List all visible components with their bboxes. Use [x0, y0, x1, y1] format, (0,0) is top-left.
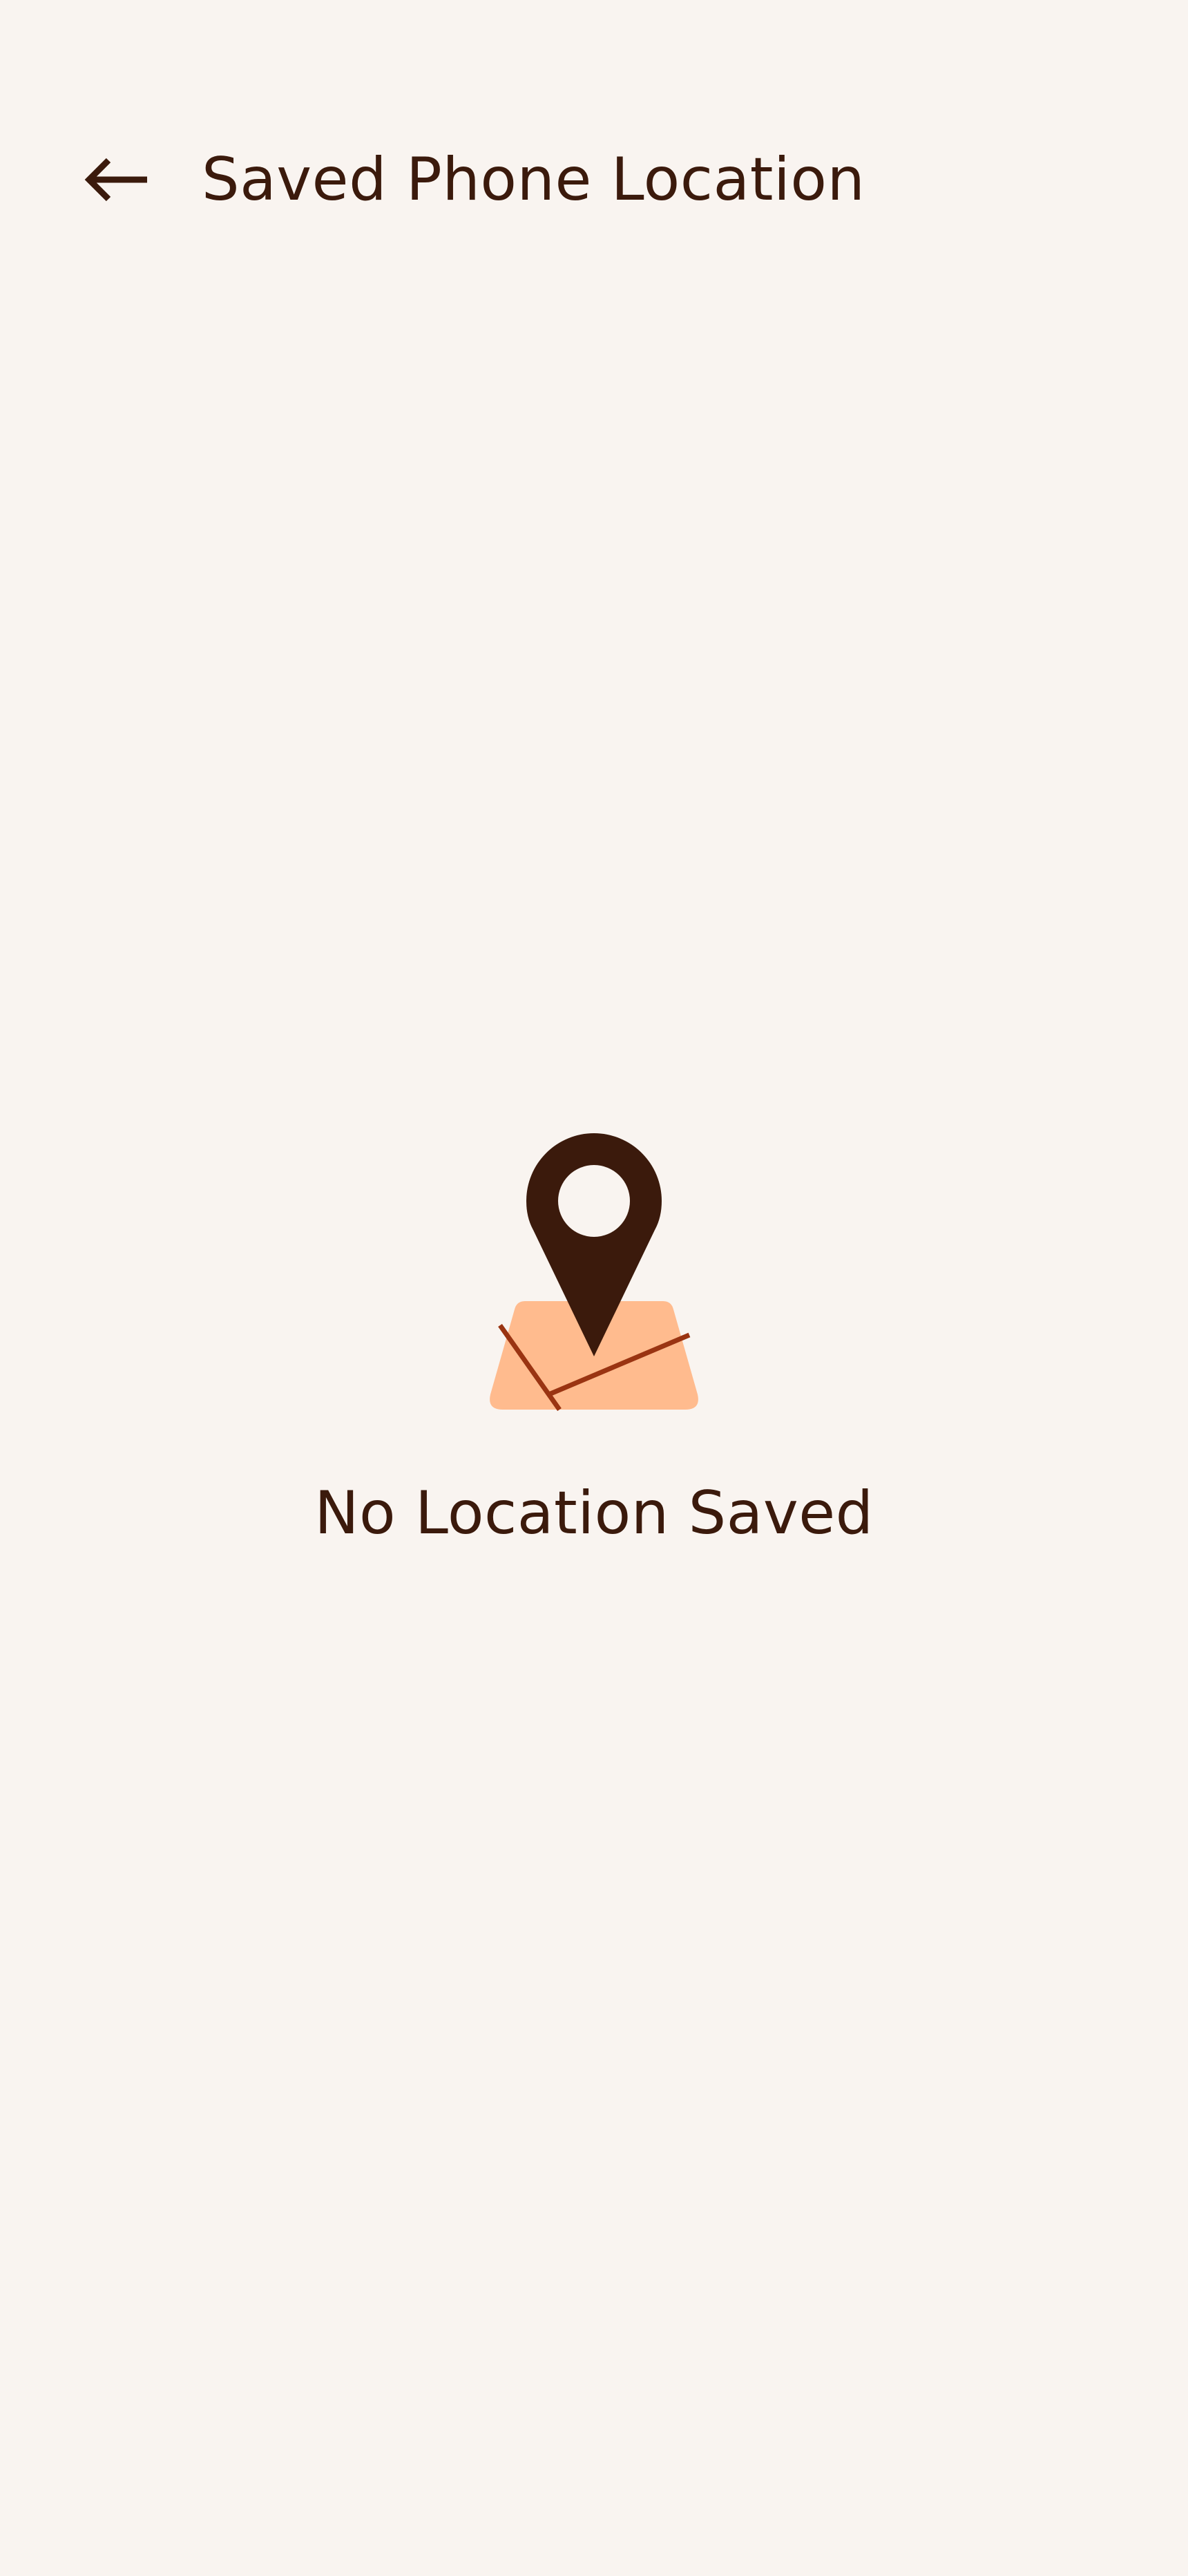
page-title: Saved Phone Location: [202, 145, 865, 214]
empty-state-message: No Location Saved: [314, 1479, 874, 1548]
empty-location-illustration: [490, 1133, 698, 1412]
empty-state: No Location Saved: [0, 1126, 1188, 1551]
back-button[interactable]: [76, 149, 152, 211]
app-bar: Saved Phone Location: [0, 0, 1188, 214]
arrow-left-icon: [84, 158, 147, 202]
